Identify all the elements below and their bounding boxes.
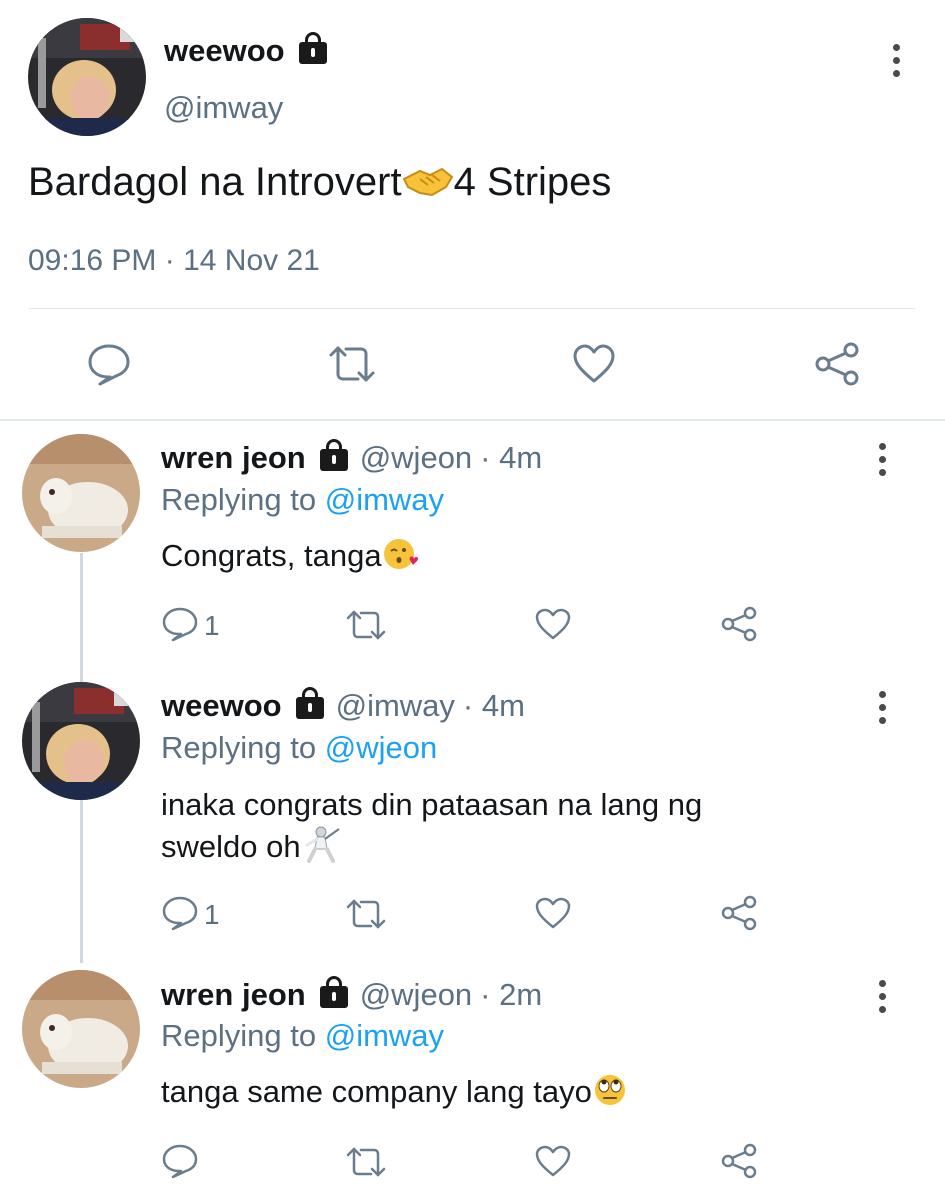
more-options-icon[interactable] [877,443,887,476]
reply-icon[interactable] [161,895,199,931]
kissing-wink-emoji [382,536,418,580]
lock-icon [298,32,327,64]
reply-icon[interactable] [161,1143,199,1179]
reply-text-line: Congrats, tanga [161,538,382,573]
display-name[interactable]: wren jeon [161,977,306,1013]
tweet-text-part1: Bardagol na Introvert [28,160,402,204]
reply-icon[interactable] [161,606,199,642]
reply-count: 1 [204,899,220,930]
replying-to-link[interactable]: @imway [325,482,444,517]
share-icon[interactable] [814,342,860,386]
retweet-icon[interactable] [346,898,386,930]
divider [28,308,916,309]
avatar[interactable] [22,682,140,800]
like-icon[interactable] [534,607,572,641]
user-handle[interactable]: @wjeon [360,440,472,476]
more-options-icon[interactable] [877,980,887,1013]
reply-text: tanga same company lang tayo [161,1072,628,1116]
tweet-text: Bardagol na Introvert 4 Stripes [28,160,611,211]
fencer-emoji [301,825,341,873]
avatar[interactable] [28,18,146,136]
replying-to-link[interactable]: @imway [325,1018,444,1053]
lock-icon [319,439,348,471]
lock-icon [295,687,324,719]
share-icon[interactable] [720,895,758,931]
display-name[interactable]: weewoo [161,688,282,724]
lock-icon [319,976,348,1008]
reply-text-line: tanga same company lang tayo [161,1074,592,1109]
replying-to-label: Replying to [161,1018,317,1053]
eye-roll-emoji [592,1072,628,1116]
retweet-icon[interactable] [346,609,386,641]
reply-time: · 2m [480,977,543,1012]
replying-to-label: Replying to [161,730,317,765]
reply-text: Congrats, tanga [161,536,418,580]
share-icon[interactable] [720,1143,758,1179]
tweet-text-part2: 4 Stripes [453,160,612,204]
tweet-timestamp: 09:16 PM · 14 Nov 21 [28,244,320,277]
replying-to-link[interactable]: @wjeon [325,730,437,765]
reply-text-line: inaka congrats din pataasan na lang ng [161,787,703,822]
display-name[interactable]: weewoo [164,33,285,69]
share-icon[interactable] [720,606,758,642]
more-options-icon[interactable] [891,44,901,77]
retweet-icon[interactable] [328,344,376,384]
like-icon[interactable] [534,896,572,930]
reply-icon[interactable] [86,342,132,386]
section-divider [0,419,945,421]
reply-time: · 4m [462,688,525,723]
handshake-emoji [402,165,454,211]
avatar[interactable] [22,434,140,552]
reply-text: inaka congrats din pataasan na lang ng s… [161,784,702,873]
user-handle[interactable]: @imway [164,90,283,126]
replying-to-label: Replying to [161,482,317,517]
reply-time: · 4m [480,440,543,475]
reply-text-line: sweldo oh [161,829,301,864]
like-icon[interactable] [534,1144,572,1178]
more-options-icon[interactable] [877,691,887,724]
retweet-icon[interactable] [346,1146,386,1178]
like-icon[interactable] [572,343,616,385]
display-name[interactable]: wren jeon [161,440,306,476]
user-handle[interactable]: @wjeon [360,977,472,1013]
reply-count: 1 [204,610,220,641]
avatar[interactable] [22,970,140,1088]
user-handle[interactable]: @imway [336,688,455,724]
